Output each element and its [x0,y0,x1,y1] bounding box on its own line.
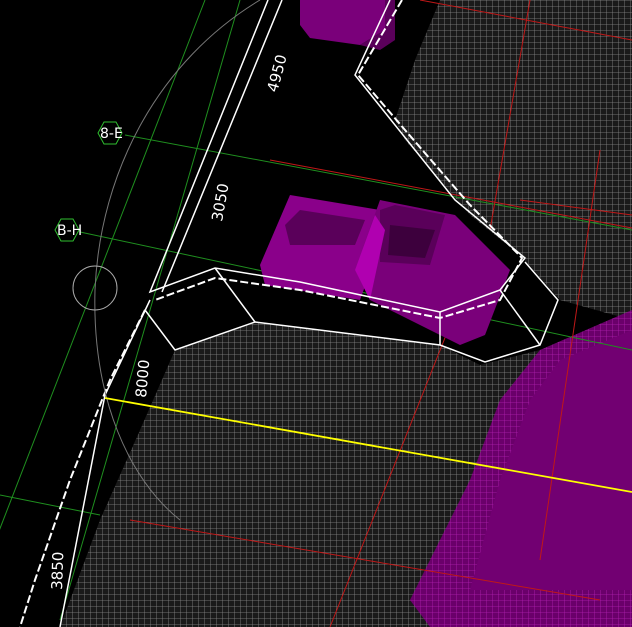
grid-label-8e: 8-E [100,126,123,142]
grid-bubble-bh[interactable]: B-H [54,218,82,242]
grid-bubble-8e[interactable]: 8-E [97,121,123,145]
grid-label-bh: B-H [57,223,82,239]
cad-viewport[interactable]: 8-E B-H 4950 3050 8000 3850 [0,0,632,627]
dimension-3850[interactable]: 3850 [48,551,67,590]
dimension-8000[interactable]: 8000 [132,359,153,399]
